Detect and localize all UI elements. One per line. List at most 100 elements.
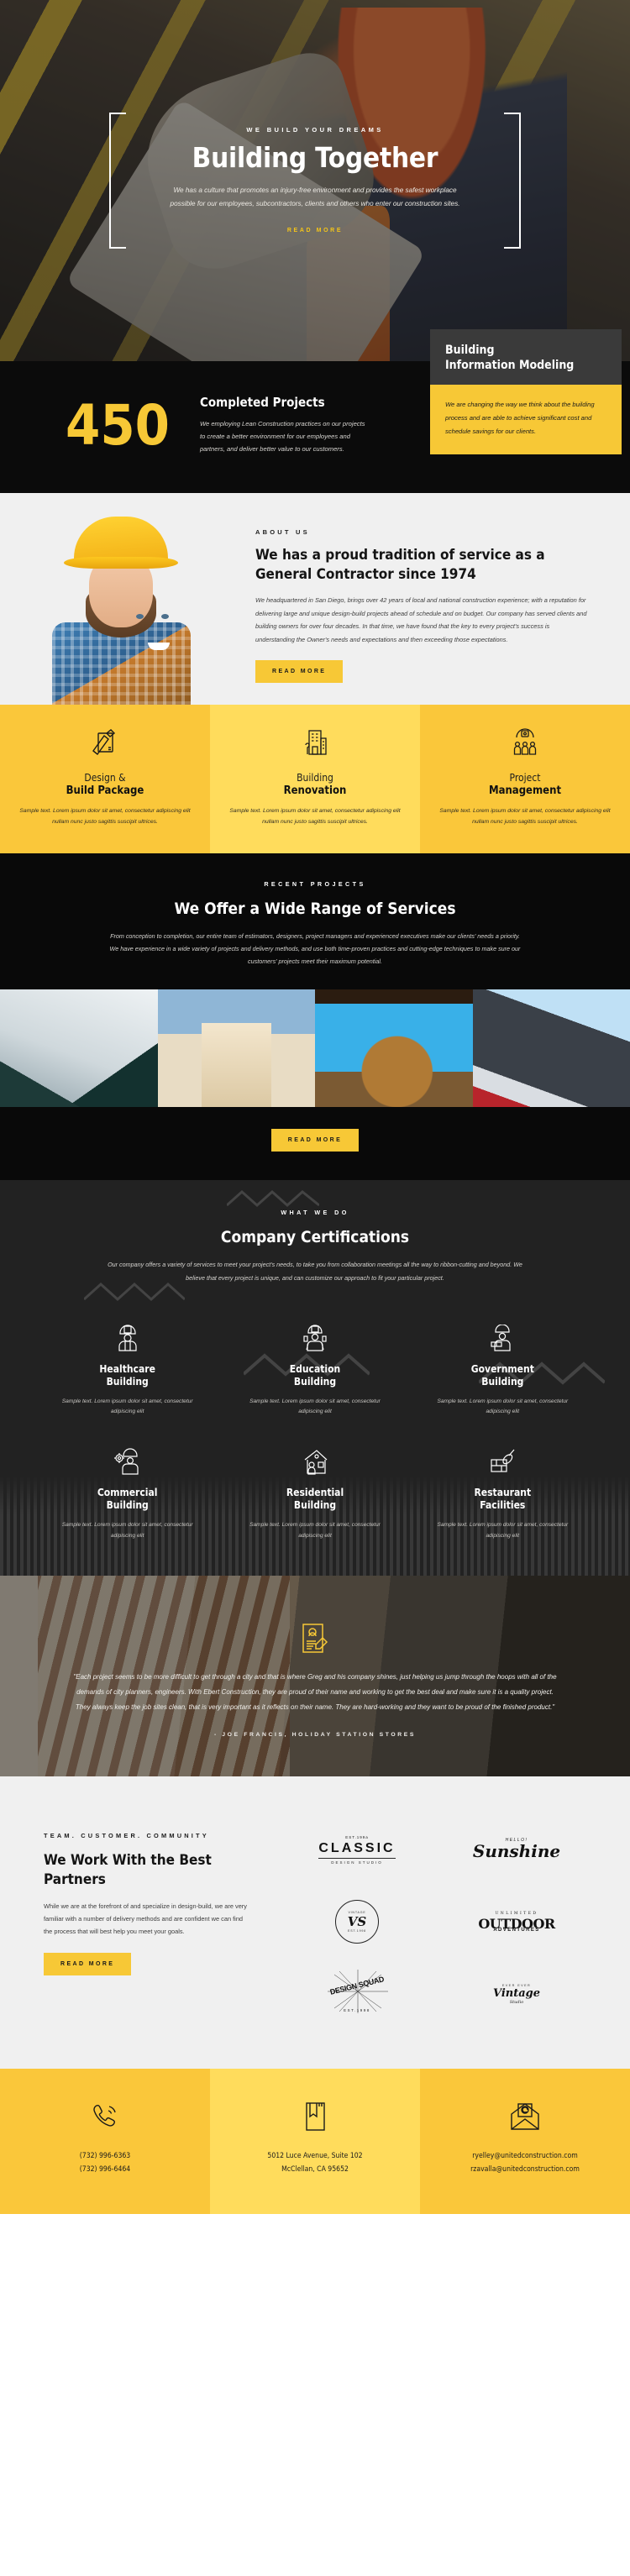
footer-email-line-2[interactable]: rzavalla@unitedconstruction.com	[435, 2163, 615, 2176]
services-row: Design & Build Package Sample text. Lore…	[0, 704, 630, 853]
certification-education-building[interactable]: Education Building Sample text. Lorem ips…	[221, 1306, 408, 1430]
footer-phone-column: (732) 996-6363 (732) 996-6464	[0, 2069, 210, 2214]
hero-title: Building Together	[192, 140, 438, 174]
zigzag-decoration	[227, 1190, 319, 1208]
about-section: ABOUT US We has a proud tradition of ser…	[0, 492, 630, 705]
certification-description: Sample text. Lorem ipsum dolor sit amet,…	[437, 1398, 569, 1415]
logo-bottom-text: Studio	[509, 1999, 524, 2005]
project-image-house[interactable]	[157, 989, 315, 1108]
design-ruler-pencil-icon	[17, 725, 193, 760]
hero-section: WE BUILD YOUR DREAMS Building Together W…	[0, 0, 630, 361]
testimonial-author: - JOE FRANCIS, HOLIDAY STATION STORES	[213, 1732, 417, 1738]
project-image-modern-building[interactable]	[472, 989, 630, 1108]
office-building-icon	[227, 725, 403, 760]
hero-subtitle: We has a culture that promotes an injury…	[170, 186, 460, 208]
certification-title: Government Building	[470, 1362, 534, 1388]
partners-section: TEAM. CUSTOMER. COMMUNITY We Work With t…	[0, 1776, 630, 2069]
certification-title: Commercial Building	[97, 1487, 158, 1512]
testimonial-section: "Each project seems to be more difficult…	[0, 1576, 630, 1776]
about-read-more-button[interactable]: READ MORE	[255, 659, 344, 683]
service-card-building-renovation[interactable]: Building Renovation Sample text. Lorem i…	[210, 704, 420, 853]
certification-description: Sample text. Lorem ipsum dolor sit amet,…	[61, 1398, 193, 1415]
certification-title: Residential Building	[286, 1487, 344, 1512]
logo-main-text: VS	[347, 1914, 367, 1929]
completed-projects-description: We employing Lean Construction practices…	[199, 420, 365, 454]
project-image-skyscrapers[interactable]	[0, 989, 158, 1108]
certification-government-building[interactable]: Government Building Sample text. Lorem ip…	[409, 1306, 596, 1430]
service-description: Sample text. Lorem ipsum dolor sit amet,…	[439, 807, 611, 826]
service-description: Sample text. Lorem ipsum dolor sit amet,…	[229, 807, 401, 826]
address-book-icon	[225, 2097, 405, 2136]
completed-projects-title: Completed Projects	[199, 395, 325, 410]
partner-logo-design-squad[interactable]: DESIGN SQUAD EST.1998	[277, 1958, 437, 2030]
projects-title: We Offer a Wide Range of Services	[174, 900, 456, 918]
certification-title: Education Building	[289, 1362, 341, 1388]
service-title-line1: Building	[297, 771, 333, 784]
footer-email-line-1[interactable]: ryelley@unitedconstruction.com	[435, 2149, 615, 2163]
certifications-title: Company Certifications	[220, 1228, 410, 1247]
footer-address-line-2: McClellan, CA 95652	[281, 2165, 349, 2175]
painter-worker-icon	[239, 1321, 390, 1355]
service-title-line1: Project	[509, 771, 541, 784]
projects-eyebrow: RECENT PROJECTS	[264, 880, 366, 888]
service-card-design-build[interactable]: Design & Build Package Sample text. Lore…	[0, 704, 210, 853]
partners-body: While we are at the forefront of and spe…	[44, 1902, 247, 1936]
service-title-line1: Design &	[84, 771, 126, 784]
bricklayer-icon	[428, 1321, 578, 1355]
logo-top-text: EST.199a	[345, 1834, 369, 1839]
worker-smile	[148, 642, 170, 650]
hero-eyebrow: WE BUILD YOUR DREAMS	[246, 125, 384, 134]
partner-logo-vintage-studio[interactable]: EVER EVER Vintage Studio	[437, 1958, 596, 2030]
worker-eye-left	[136, 613, 144, 619]
certification-residential-building[interactable]: Residential Building Sample text. Lorem i…	[221, 1430, 408, 1554]
project-image-curved-facade[interactable]	[315, 989, 473, 1108]
service-description: Sample text. Lorem ipsum dolor sit amet,…	[19, 807, 191, 826]
certifications-description: Our company offers a variety of services…	[108, 1261, 522, 1282]
projects-read-more-button[interactable]: READ MORE	[270, 1129, 360, 1152]
certification-healthcare-building[interactable]: Healthcare Building Sample text. Lorem ip…	[34, 1306, 221, 1430]
certifications-eyebrow: WHAT WE DO	[281, 1209, 349, 1217]
partner-logos-grid: EST.199a CLASSIC DESIGN STUDIO HELLO! Su…	[277, 1813, 630, 2030]
logo-main-text: Vintage	[492, 1986, 541, 2000]
certification-description: Sample text. Lorem ipsum dolor sit amet,…	[249, 1522, 381, 1540]
hero-bracket-frame: WE BUILD YOUR DREAMS Building Together W…	[109, 112, 521, 249]
partner-logo-unlimited-outdoor-adventures[interactable]: UNLIMITED OUTDOOR ADVENTURES	[437, 1886, 596, 1958]
footer-phone-line-1[interactable]: (732) 996-6363	[15, 2149, 195, 2163]
certification-restaurant-facilities[interactable]: Restaurant Facilities Sample text. Lorem …	[409, 1430, 596, 1554]
partners-read-more-button[interactable]: READ MORE	[44, 1953, 132, 1976]
footer-address-column: 5012 Luce Avenue, Suite 102 McClellan, C…	[210, 2069, 420, 2214]
team-management-icon	[437, 725, 613, 760]
footer-phone-line-2[interactable]: (732) 996-6464	[15, 2163, 195, 2176]
worker-yellow-helmet	[64, 516, 178, 569]
partner-logo-hello-sunshine[interactable]: HELLO! Sunshine	[437, 1813, 596, 1886]
certification-commercial-building[interactable]: Commercial Building Sample text. Lorem ip…	[34, 1430, 221, 1554]
certification-description: Sample text. Lorem ipsum dolor sit amet,…	[61, 1522, 193, 1540]
service-title-line2: Build Package	[66, 784, 144, 797]
certification-title: Restaurant Facilities	[474, 1487, 532, 1512]
zigzag-decoration	[84, 1283, 185, 1302]
about-worker-photo	[0, 512, 244, 705]
about-eyebrow: ABOUT US	[255, 528, 310, 537]
partners-title: We Work With the Best Partners	[44, 1852, 212, 1888]
certification-description: Sample text. Lorem ipsum dolor sit amet,…	[437, 1522, 569, 1540]
footer-email-column: ryelley@unitedconstruction.com rzavalla@…	[420, 2069, 630, 2214]
hero-read-more-link[interactable]: READ MORE	[287, 228, 343, 233]
partner-logo-classic-design-studio[interactable]: EST.199a CLASSIC DESIGN STUDIO	[277, 1813, 437, 1886]
worker-helmet-icon	[52, 1321, 202, 1355]
bim-card-description: We are changing the way we think about t…	[430, 385, 622, 455]
service-title-line2: Renovation	[283, 784, 347, 797]
logo-bottom-text: DESIGN STUDIO	[318, 1857, 396, 1865]
partner-logo-vs-monogram[interactable]: VINTAGE VS EST.1998	[277, 1886, 437, 1958]
logo-main-text: Sunshine	[472, 1841, 561, 1861]
about-title: We has a proud tradition of service as a…	[255, 547, 545, 583]
partners-eyebrow: TEAM. CUSTOMER. COMMUNITY	[44, 1832, 209, 1839]
document-signature-icon	[301, 1623, 329, 1655]
certifications-grid: Healthcare Building Sample text. Lorem ip…	[0, 1306, 630, 1554]
logo-main-text: CLASSIC	[318, 1840, 396, 1855]
service-card-project-management[interactable]: Project Management Sample text. Lorem ip…	[420, 704, 630, 853]
footer-contact-bar: (732) 996-6363 (732) 996-6464 5012 Luce …	[0, 2069, 630, 2214]
completed-projects-number: 450	[66, 392, 170, 458]
stats-section: 450 Completed Projects We employing Lean…	[0, 329, 630, 493]
projects-description: From conception to completion, our entir…	[109, 932, 521, 966]
phone-icon	[15, 2097, 195, 2136]
